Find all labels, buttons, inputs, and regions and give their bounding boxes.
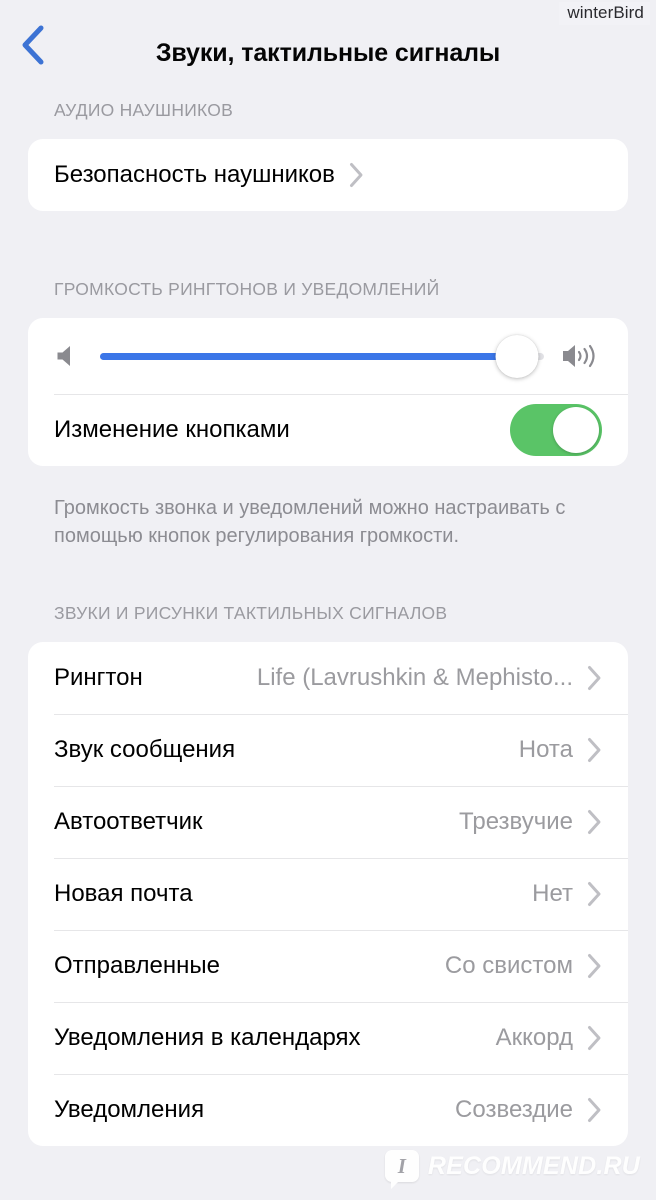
row-value: Нота	[518, 735, 573, 763]
chevron-right-icon	[587, 953, 602, 979]
section-header-headphone-audio: АУДИО НАУШНИКОВ	[54, 100, 234, 120]
settings-screen: winterBird Звуки, тактильные сигналы АУД…	[0, 0, 656, 1200]
chevron-right-icon	[587, 665, 602, 691]
chevron-right-icon	[587, 1097, 602, 1123]
row-headphone-safety[interactable]: Безопасность наушников	[28, 139, 628, 211]
chevron-right-icon	[587, 737, 602, 763]
row-label: Изменение кнопками	[54, 416, 290, 443]
section-header-sounds-haptics: ЗВУКИ И РИСУНКИ ТАКТИЛЬНЫХ СИГНАЛОВ	[54, 602, 448, 623]
top-watermark-label: winterBird	[559, 2, 650, 25]
toggle-knob	[553, 407, 599, 453]
slider-thumb[interactable]	[495, 334, 539, 378]
chevron-left-icon	[20, 24, 46, 66]
irecommend-watermark: I RECOMMEND.RU	[384, 1150, 640, 1189]
watermark-mark-letter: I	[397, 1153, 406, 1178]
row-label: Безопасность наушников	[54, 161, 335, 188]
row-label: Уведомления	[54, 1095, 205, 1123]
row-value: Со свистом	[444, 951, 573, 979]
volume-slider[interactable]	[100, 334, 544, 378]
watermark-text: RECOMMEND.RU	[427, 1151, 640, 1180]
row-label: Звук сообщения	[54, 735, 236, 763]
row-label: Новая почта	[54, 879, 193, 907]
speaker-mute-icon	[54, 342, 82, 370]
row-label: Рингтон	[54, 663, 143, 691]
page-title: Звуки, тактильные сигналы	[155, 38, 501, 67]
row-message-sound[interactable]: Звук сообщения Нота	[28, 713, 628, 786]
row-value: Трезвучие	[459, 807, 573, 835]
back-button[interactable]	[10, 22, 56, 68]
change-with-buttons-toggle[interactable]	[510, 404, 602, 456]
row-calendar-alerts[interactable]: Уведомления в календарях Аккорд	[28, 1001, 628, 1074]
card-sounds-haptics: Рингтон Life (Lavrushkin & Mephisto... З…	[28, 641, 628, 1146]
row-value: Созвездие	[455, 1095, 573, 1123]
speech-bubble-icon: I	[384, 1150, 419, 1189]
navigation-bar: Звуки, тактильные сигналы	[0, 0, 656, 100]
card-headphone-audio: Безопасность наушников	[28, 139, 628, 211]
chevron-right-icon	[587, 809, 602, 835]
speaker-wave-icon	[560, 341, 604, 371]
row-value: Life (Lavrushkin & Mephisto...	[256, 663, 573, 691]
row-volume-slider	[28, 318, 628, 394]
chevron-right-icon	[587, 1025, 602, 1051]
section-header-ringer-volume: ГРОМКОСТЬ РИНГТОНОВ И УВЕДОМЛЕНИЙ	[54, 279, 440, 299]
row-label: Отправленные	[54, 951, 221, 979]
row-label: Автоответчик	[54, 807, 203, 835]
slider-track-fill	[100, 352, 518, 360]
row-change-with-buttons[interactable]: Изменение кнопками	[28, 394, 628, 466]
row-value: Нет	[532, 879, 573, 907]
row-voicemail[interactable]: Автоответчик Трезвучие	[28, 785, 628, 858]
chevron-right-icon	[587, 881, 602, 907]
row-value: Аккорд	[495, 1023, 573, 1051]
row-sent-mail[interactable]: Отправленные Со свистом	[28, 929, 628, 1002]
chevron-right-icon	[349, 162, 364, 188]
row-ringtone[interactable]: Рингтон Life (Lavrushkin & Mephisto...	[28, 642, 628, 714]
card-ringer-volume: Изменение кнопками	[28, 318, 628, 466]
row-reminder-alerts[interactable]: Уведомления Созвездие	[28, 1073, 628, 1146]
row-label: Уведомления в календарях	[54, 1023, 361, 1051]
row-new-mail[interactable]: Новая почта Нет	[28, 857, 628, 930]
ringer-volume-footer-note: Громкость звонка и уведомлений можно нас…	[54, 497, 566, 548]
